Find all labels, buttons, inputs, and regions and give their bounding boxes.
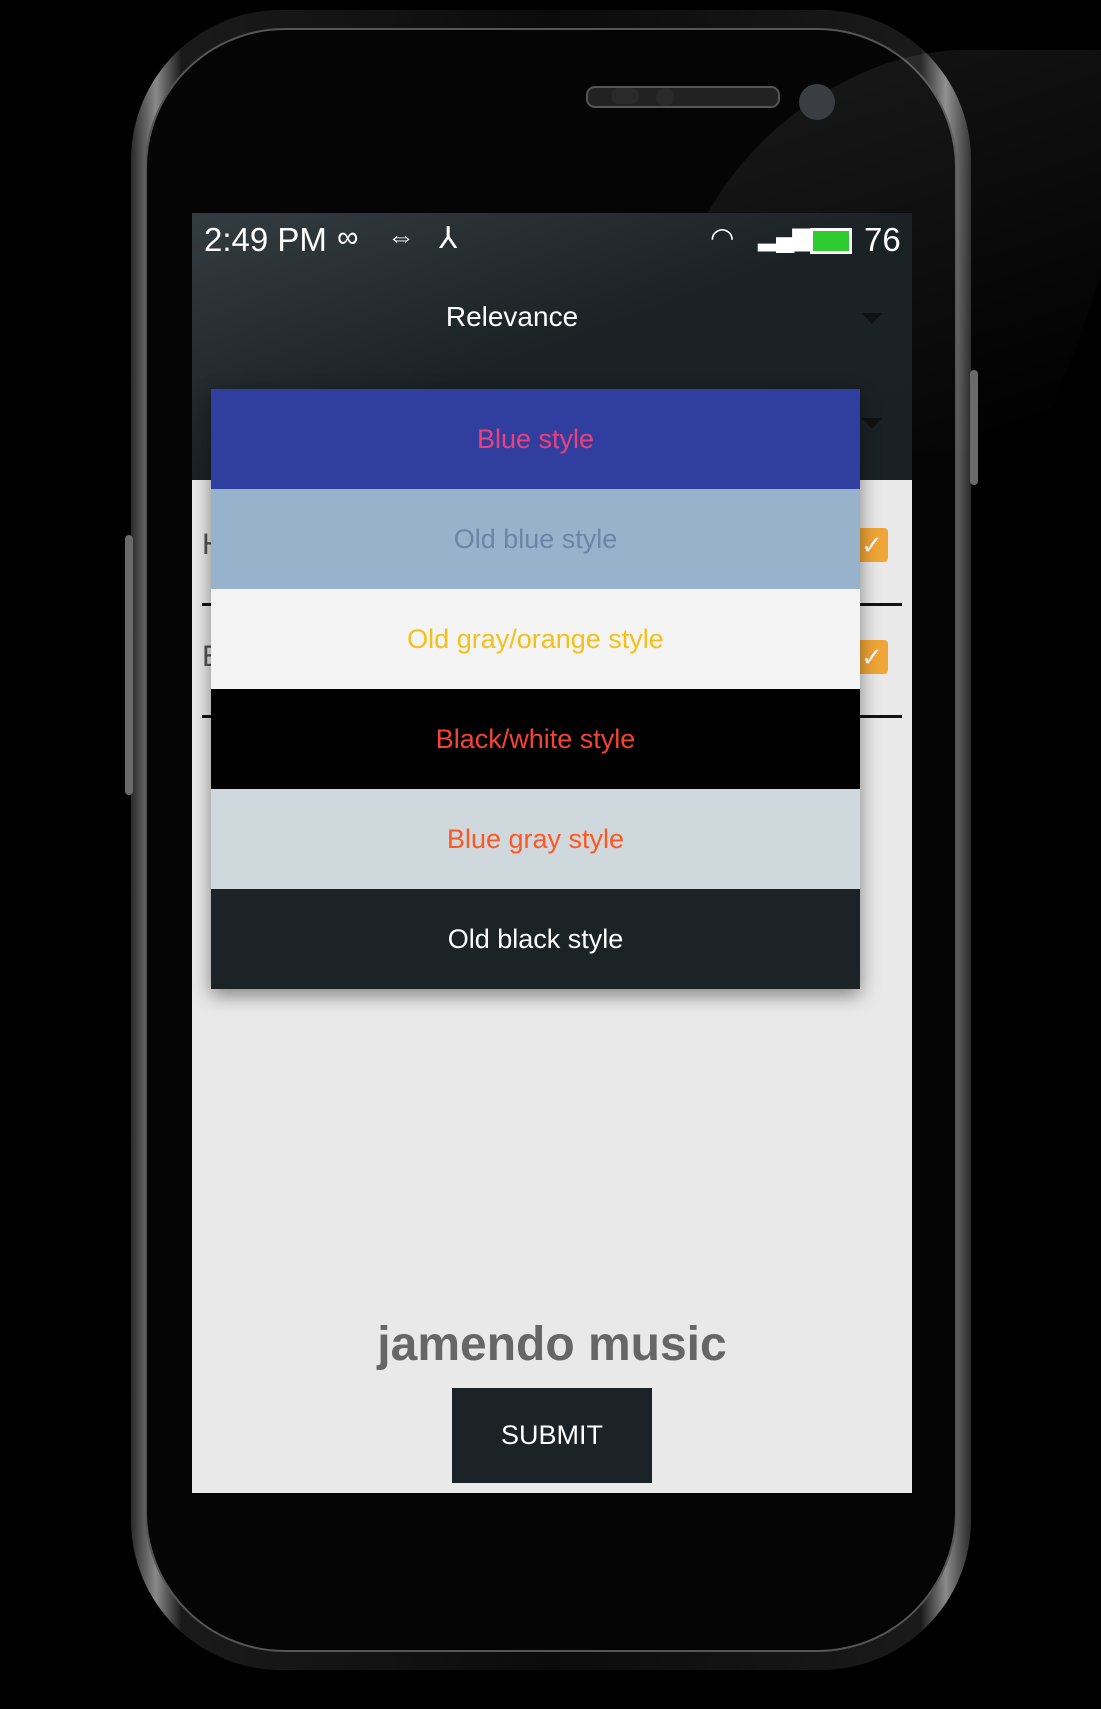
status-time: 2:49 PM <box>204 221 327 258</box>
chevron-down-icon[interactable] <box>862 313 882 324</box>
volume-button[interactable] <box>125 535 133 795</box>
sort-spinner[interactable]: Relevance <box>192 301 832 333</box>
dropdown-option-blue[interactable]: Blue style <box>211 389 860 489</box>
power-button[interactable] <box>970 370 978 485</box>
battery-level: 76 <box>864 221 901 258</box>
status-bar: 2:49 PM ∞ ⇔ ⅄ ◠ ▂▄▆ 76 <box>192 213 912 267</box>
setting-checkbox[interactable]: ✓ <box>856 528 888 562</box>
share-icon: ⅄ <box>439 222 458 255</box>
dropdown-option-black-white[interactable]: Black/white style <box>211 689 860 789</box>
app-screen: 2:49 PM ∞ ⇔ ⅄ ◠ ▂▄▆ 76 Relevance H ✓ E ✓… <box>192 213 912 1493</box>
signal-3g-icon: ▂▄▆ <box>758 221 812 251</box>
dropdown-option-old-gray-orange[interactable]: Old gray/orange style <box>211 589 860 689</box>
style-dropdown-menu: Blue style Old blue style Old gray/orang… <box>211 389 860 989</box>
submit-button[interactable]: SUBMIT <box>452 1388 652 1483</box>
battery-charging-icon <box>810 228 852 254</box>
chevron-down-icon[interactable] <box>862 418 882 429</box>
dropdown-option-old-black[interactable]: Old black style <box>211 889 860 989</box>
infinity-icon: ∞ <box>337 221 359 254</box>
front-camera <box>799 84 835 120</box>
wifi-icon: ◠ <box>710 222 735 253</box>
dropdown-option-old-blue[interactable]: Old blue style <box>211 489 860 589</box>
light-sensor <box>656 88 674 106</box>
setting-checkbox[interactable]: ✓ <box>856 640 888 674</box>
dropdown-option-blue-gray[interactable]: Blue gray style <box>211 789 860 889</box>
usb-icon: ⇔ <box>387 221 415 252</box>
brand-logo-text: jamendo music <box>377 1318 727 1371</box>
proximity-sensor <box>611 88 639 104</box>
